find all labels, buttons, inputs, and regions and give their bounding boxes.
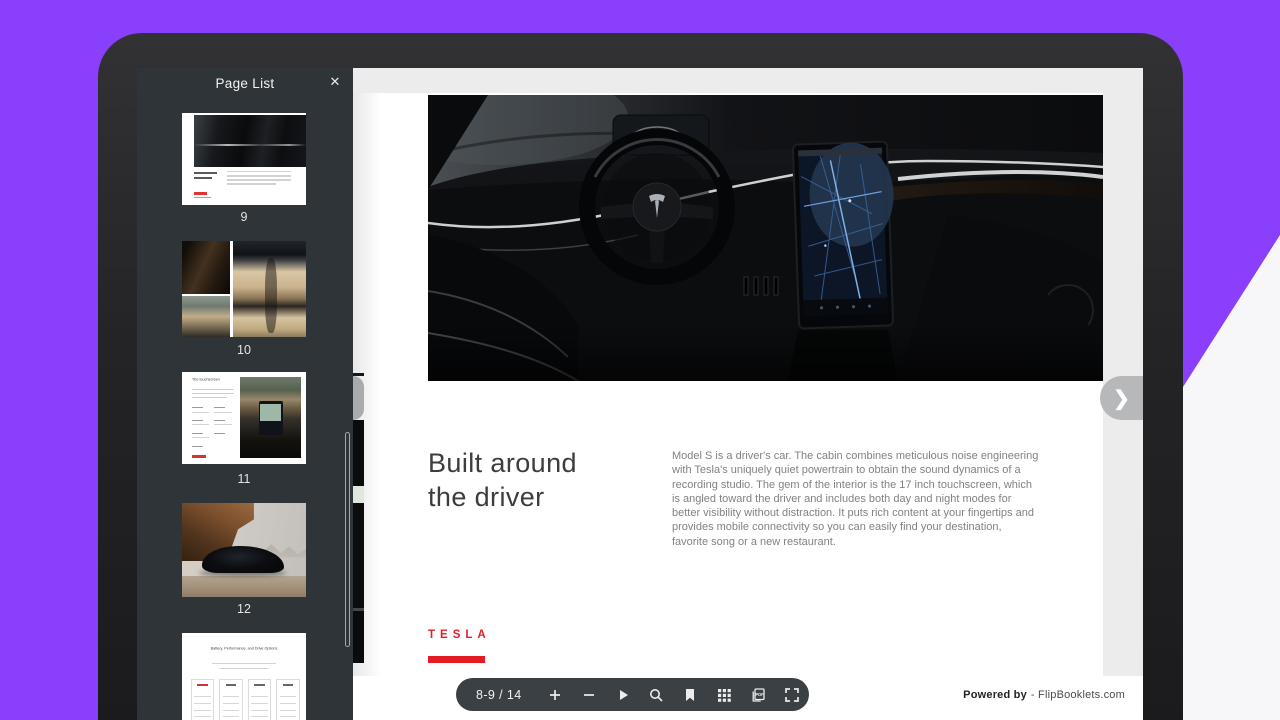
thumb11-console-image bbox=[240, 377, 301, 458]
page-title-line1: Built around bbox=[428, 446, 577, 480]
download-pdf-button[interactable]: PDF bbox=[741, 678, 775, 711]
thumb10-dash-image bbox=[182, 296, 230, 337]
thumb11-screen bbox=[259, 401, 283, 435]
zoom-in-button[interactable] bbox=[538, 678, 572, 711]
bookmark-icon bbox=[682, 687, 698, 703]
next-page-button[interactable]: ❯ bbox=[1100, 376, 1143, 420]
cockpit-illustration bbox=[428, 95, 1103, 381]
page-list-title: Page List bbox=[137, 76, 353, 91]
autoplay-button[interactable] bbox=[606, 678, 640, 711]
tesla-wordmark: TESLA bbox=[428, 629, 491, 641]
page-image-cockpit bbox=[428, 95, 1103, 381]
sidebar-scrollbar[interactable] bbox=[345, 432, 350, 647]
play-icon bbox=[615, 687, 631, 703]
tesla-red-bar bbox=[428, 656, 485, 663]
close-page-list-button[interactable]: ✕ bbox=[325, 72, 345, 92]
bookmarks-button[interactable] bbox=[673, 678, 707, 711]
flipbooklets-link[interactable]: - FlipBooklets.com bbox=[1031, 689, 1125, 701]
thumbnail-page-11[interactable]: The touchscreen bbox=[182, 372, 306, 464]
thumb10-wood-image bbox=[182, 241, 230, 294]
grid-icon bbox=[716, 687, 732, 703]
minus-icon bbox=[581, 687, 597, 703]
magnifier-icon bbox=[648, 687, 664, 703]
thumbnail-page-13[interactable]: Battery, Performance, and Drive Options bbox=[182, 633, 306, 720]
fullscreen-icon bbox=[784, 687, 800, 703]
thumbnail-page-12[interactable] bbox=[182, 503, 306, 597]
thumb9-cockpit-image bbox=[194, 115, 306, 167]
thumbnail-label-10: 10 bbox=[182, 343, 306, 357]
thumbnail-label-11: 11 bbox=[182, 472, 306, 486]
thumb13-mini-title: Battery, Performance, and Drive Options bbox=[206, 647, 283, 651]
page-grid-button[interactable] bbox=[707, 678, 741, 711]
page-title-line2: the driver bbox=[428, 480, 577, 514]
zoom-out-button[interactable] bbox=[572, 678, 606, 711]
thumbnail-label-12: 12 bbox=[182, 602, 306, 616]
thumbnail-label-9: 9 bbox=[182, 210, 306, 224]
page-body-text: Model S is a driver's car. The cabin com… bbox=[672, 449, 1040, 549]
pdf-icon-label: PDF bbox=[755, 691, 764, 696]
powered-by: Powered by - FlipBooklets.com bbox=[963, 689, 1125, 701]
prev-page-button[interactable] bbox=[353, 376, 364, 420]
powered-by-label: Powered by bbox=[963, 689, 1027, 701]
flipbook-viewer-scene: Built around the driver Model S is a dri… bbox=[0, 0, 1280, 720]
viewer-screen: Built around the driver Model S is a dri… bbox=[137, 68, 1143, 720]
close-icon: ✕ bbox=[330, 74, 341, 89]
thumbnail-page-9[interactable] bbox=[182, 113, 306, 205]
page-list-panel: Page List ✕ 9 10 bbox=[137, 68, 353, 720]
bottom-toolbar: 8-9 / 14 bbox=[456, 678, 809, 711]
page-indicator: 8-9 / 14 bbox=[476, 688, 532, 702]
thumbnail-page-10[interactable] bbox=[182, 241, 306, 337]
page-title: Built around the driver bbox=[428, 446, 577, 514]
thumb10-seats-image bbox=[233, 241, 306, 337]
search-button[interactable] bbox=[640, 678, 674, 711]
fullscreen-button[interactable] bbox=[775, 678, 809, 711]
thumb11-mini-heading: The touchscreen bbox=[192, 378, 220, 382]
plus-icon bbox=[547, 687, 563, 703]
left-page-edge bbox=[353, 373, 364, 663]
chevron-right-icon: ❯ bbox=[1113, 386, 1130, 411]
pdf-icon: PDF bbox=[750, 687, 766, 703]
